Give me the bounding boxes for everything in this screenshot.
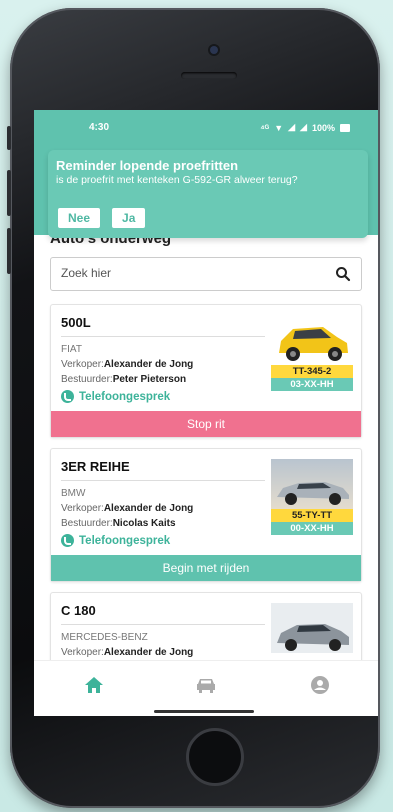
- reminder-actions: Nee Ja: [58, 208, 146, 228]
- car-brand: MERCEDES-BENZ: [61, 632, 148, 643]
- seller-row: Verkoper:Alexander de Jong: [61, 503, 193, 514]
- search-icon[interactable]: [335, 266, 351, 282]
- driver-name: Peter Pieterson: [112, 374, 187, 385]
- seller-row: Verkoper:Alexander de Jong: [61, 647, 193, 658]
- car-brand: FIAT: [61, 344, 82, 355]
- car-icon[interactable]: [194, 675, 218, 695]
- account-icon[interactable]: [308, 675, 332, 695]
- phone-call-link[interactable]: Telefoongesprek: [61, 390, 170, 403]
- license-plate-secondary: 03-XX-HH: [271, 378, 353, 391]
- mute-switch: [7, 126, 11, 150]
- seller-label: Verkoper:: [61, 647, 104, 658]
- license-plate: 55-TY-TT: [271, 509, 353, 522]
- car-model: C 180: [61, 603, 96, 618]
- seller-name: Alexander de Jong: [103, 503, 194, 514]
- phone-call-link[interactable]: Telefoongesprek: [61, 534, 170, 547]
- card-divider: [61, 624, 265, 625]
- phone-call-label: Telefoongesprek: [79, 390, 171, 403]
- status-icons: ⁴ᴳ ▼ ◢ ◢ 100%: [260, 122, 350, 133]
- license-plate: TT-345-2: [271, 365, 353, 378]
- front-camera: [210, 46, 218, 54]
- card-divider: [61, 480, 265, 481]
- driver-label: Bestuurder:: [61, 518, 113, 529]
- seller-label: Verkoper:: [61, 359, 104, 370]
- car-card[interactable]: 500L FIAT Verkoper:Alexander de Jong Bes…: [50, 304, 362, 438]
- license-plate-secondary: 00-XX-HH: [271, 522, 353, 535]
- search-input[interactable]: [61, 266, 311, 280]
- card-divider: [61, 336, 265, 337]
- reminder-no-button[interactable]: Nee: [58, 208, 101, 228]
- seller-name: Alexander de Jong: [103, 359, 194, 370]
- driver-row: Bestuurder:Nicolas Kaits: [61, 518, 176, 529]
- reminder-yes-button[interactable]: Ja: [112, 208, 146, 228]
- bottom-navigation: [34, 660, 378, 716]
- volume-up-button: [7, 170, 11, 216]
- earpiece-speaker: [181, 72, 237, 79]
- driver-label: Bestuurder:: [61, 374, 113, 385]
- seller-label: Verkoper:: [61, 503, 104, 514]
- home-button[interactable]: [186, 728, 244, 786]
- car-model: 3ER REIHE: [61, 459, 130, 474]
- car-photo: [271, 603, 353, 653]
- seller-name: Alexander de Jong: [103, 647, 194, 658]
- signal-icon-2: ◢: [300, 122, 307, 132]
- reminder-message: is de proefrit met kenteken G-592-GR alw…: [56, 174, 298, 186]
- battery-icon: [340, 123, 350, 132]
- car-model: 500L: [61, 315, 91, 330]
- app-screen: 4:30 ⁴ᴳ ▼ ◢ ◢ 100% Auto's onderweg Remin…: [34, 110, 378, 716]
- status-time: 4:30: [89, 122, 110, 133]
- data-speed-icon: ⁴ᴳ: [260, 122, 270, 133]
- phone-icon: [61, 534, 74, 547]
- driver-name: Nicolas Kaits: [112, 518, 176, 529]
- status-bar: 4:30 ⁴ᴳ ▼ ◢ ◢ 100%: [34, 120, 378, 136]
- car-brand: BMW: [61, 488, 86, 499]
- driver-row: Bestuurder:Peter Pieterson: [61, 374, 186, 385]
- start-driving-button[interactable]: Begin met rijden: [51, 555, 361, 581]
- car-photo: [271, 459, 353, 509]
- wifi-icon: ▼: [274, 122, 284, 133]
- home-indicator[interactable]: [154, 710, 254, 713]
- car-photo: [271, 315, 353, 365]
- search-bar: [50, 257, 362, 291]
- reminder-banner: Reminder lopende proefritten is de proef…: [48, 150, 368, 238]
- reminder-title: Reminder lopende proefritten: [56, 158, 239, 173]
- stop-ride-button[interactable]: Stop rit: [51, 411, 361, 437]
- home-icon[interactable]: [82, 675, 106, 695]
- volume-down-button: [7, 228, 11, 274]
- phone-icon: [61, 390, 74, 403]
- seller-row: Verkoper:Alexander de Jong: [61, 359, 193, 370]
- car-card[interactable]: 3ER REIHE BMW Verkoper:Alexander de Jong…: [50, 448, 362, 582]
- phone-call-label: Telefoongesprek: [79, 534, 171, 547]
- battery-percentage: 100%: [311, 122, 335, 133]
- signal-icon: ◢: [288, 122, 296, 132]
